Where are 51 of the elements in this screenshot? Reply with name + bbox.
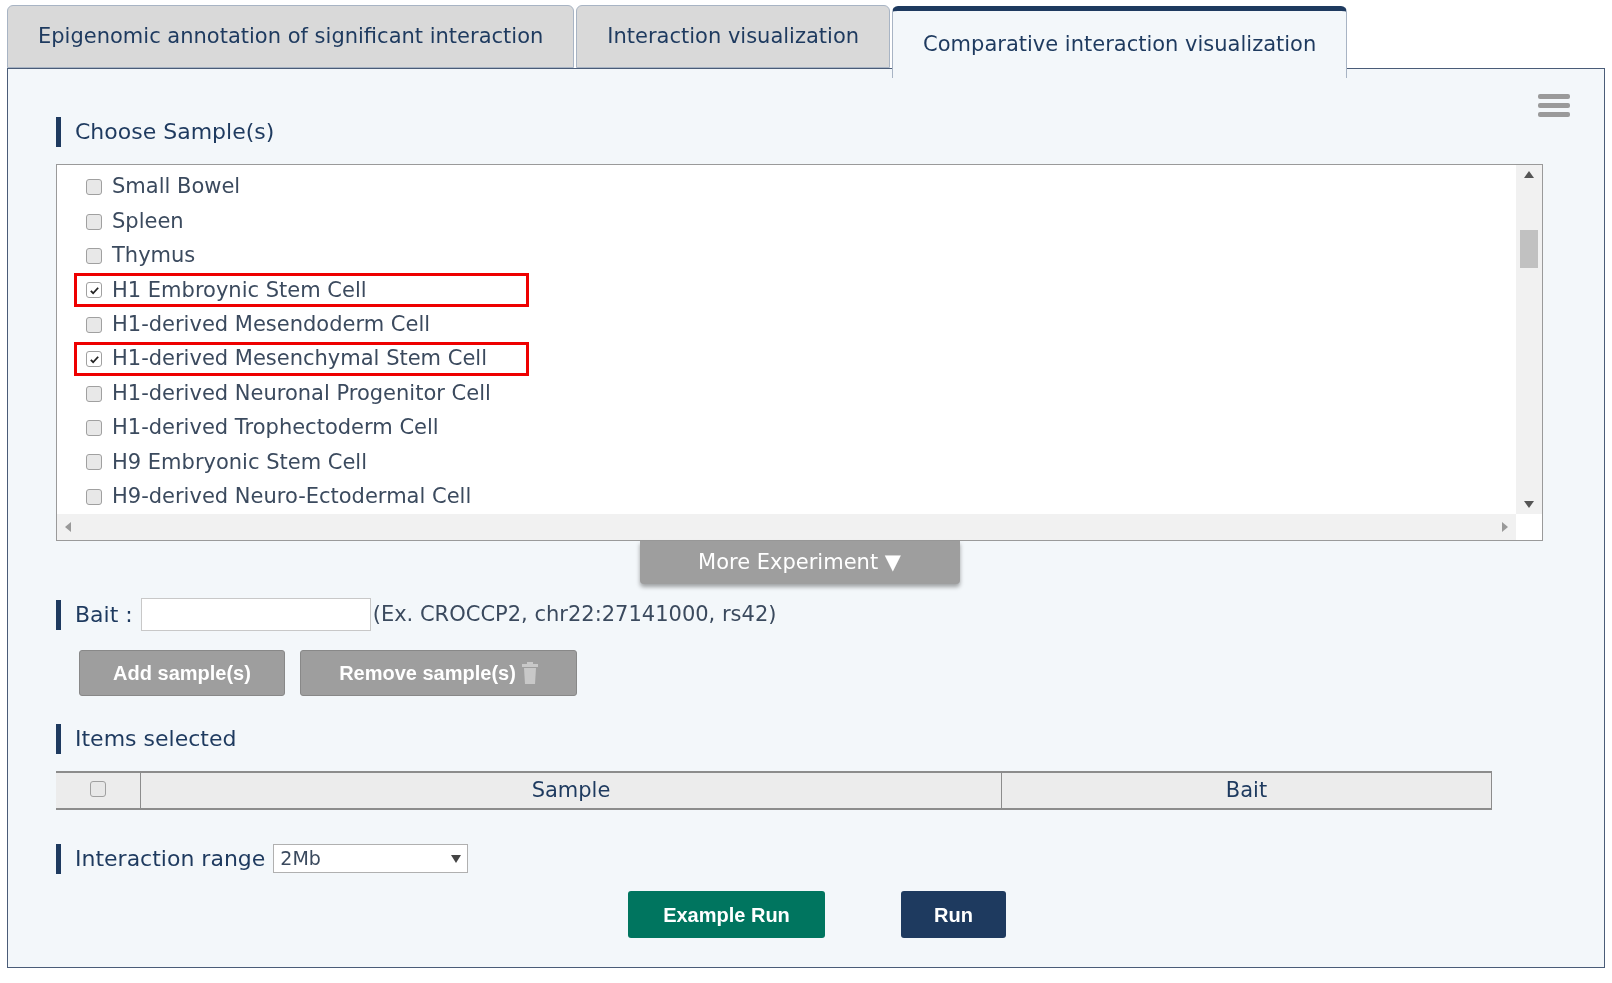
vertical-scrollbar[interactable] [1516,165,1542,514]
sample-label: H1-derived Trophectoderm Cell [112,414,439,442]
checkbox[interactable] [86,454,102,471]
tab[interactable]: Comparative interaction visualization [892,6,1348,78]
column-header: Bait [1225,776,1268,804]
sample-label: H1 Embroynic Stem Cell [112,276,367,304]
checkmark-icon [88,353,100,365]
heading-bar [56,843,61,874]
sample-label: H9-derived Neuro-Ectodermal Cell [112,482,472,510]
tab[interactable]: Interaction visualization [576,5,891,68]
bait-input-field[interactable] [140,598,371,631]
trash-icon [521,662,538,684]
sample-label: Spleen [112,207,184,235]
sample-label: H1-derived Mesendoderm Cell [112,311,431,338]
checkbox[interactable] [86,179,102,196]
scrollbar-thumb[interactable] [1520,230,1538,268]
sample-label: Thymus [112,242,196,270]
horizontal-scrollbar[interactable] [57,514,1516,540]
left-arrow-icon[interactable] [65,522,71,532]
checkbox[interactable] [86,213,102,230]
section-heading: Bait : [75,601,133,629]
checkbox[interactable] [86,316,102,333]
checkbox[interactable] [86,385,102,402]
right-arrow-icon[interactable] [1502,522,1508,532]
checkbox[interactable] [86,247,102,264]
sample-label: H1-derived Mesenchymal Stem Cell [112,345,487,373]
range-select[interactable]: 2Mb [273,844,469,873]
up-arrow-icon[interactable] [1524,171,1534,178]
heading-bar [56,723,61,754]
checkbox[interactable] [86,488,102,505]
sample-label: H9 Embryonic Stem Cell [112,448,368,476]
section-heading: Choose Sample(s) [75,118,275,146]
tab[interactable]: Epigenomic annotation of significant interaction [7,5,575,68]
sample-label: Small Bowel [112,173,241,201]
sample-label: H1-derived Neuronal Progenitor Cell [112,379,491,407]
menu-icon[interactable] [1538,93,1570,119]
checkbox[interactable] [86,351,102,368]
bait-hint: (Ex. CROCCP2, chr22:27141000, rs42) [372,600,777,628]
checkbox[interactable] [86,419,102,436]
heading-bar [56,116,61,147]
checkmark-icon [88,284,100,296]
heading-bar [56,599,61,630]
section-heading: Interaction range [75,845,266,873]
dropdown-arrow-icon [451,854,462,863]
down-arrow-icon[interactable] [1524,501,1534,508]
section-heading: Items selected [75,725,237,753]
column-header: Sample [531,776,611,804]
example-run-button[interactable]: Example Run [628,891,825,938]
checkbox[interactable] [90,781,106,797]
run-button[interactable]: Run [901,891,1006,938]
checkbox[interactable] [86,282,102,299]
